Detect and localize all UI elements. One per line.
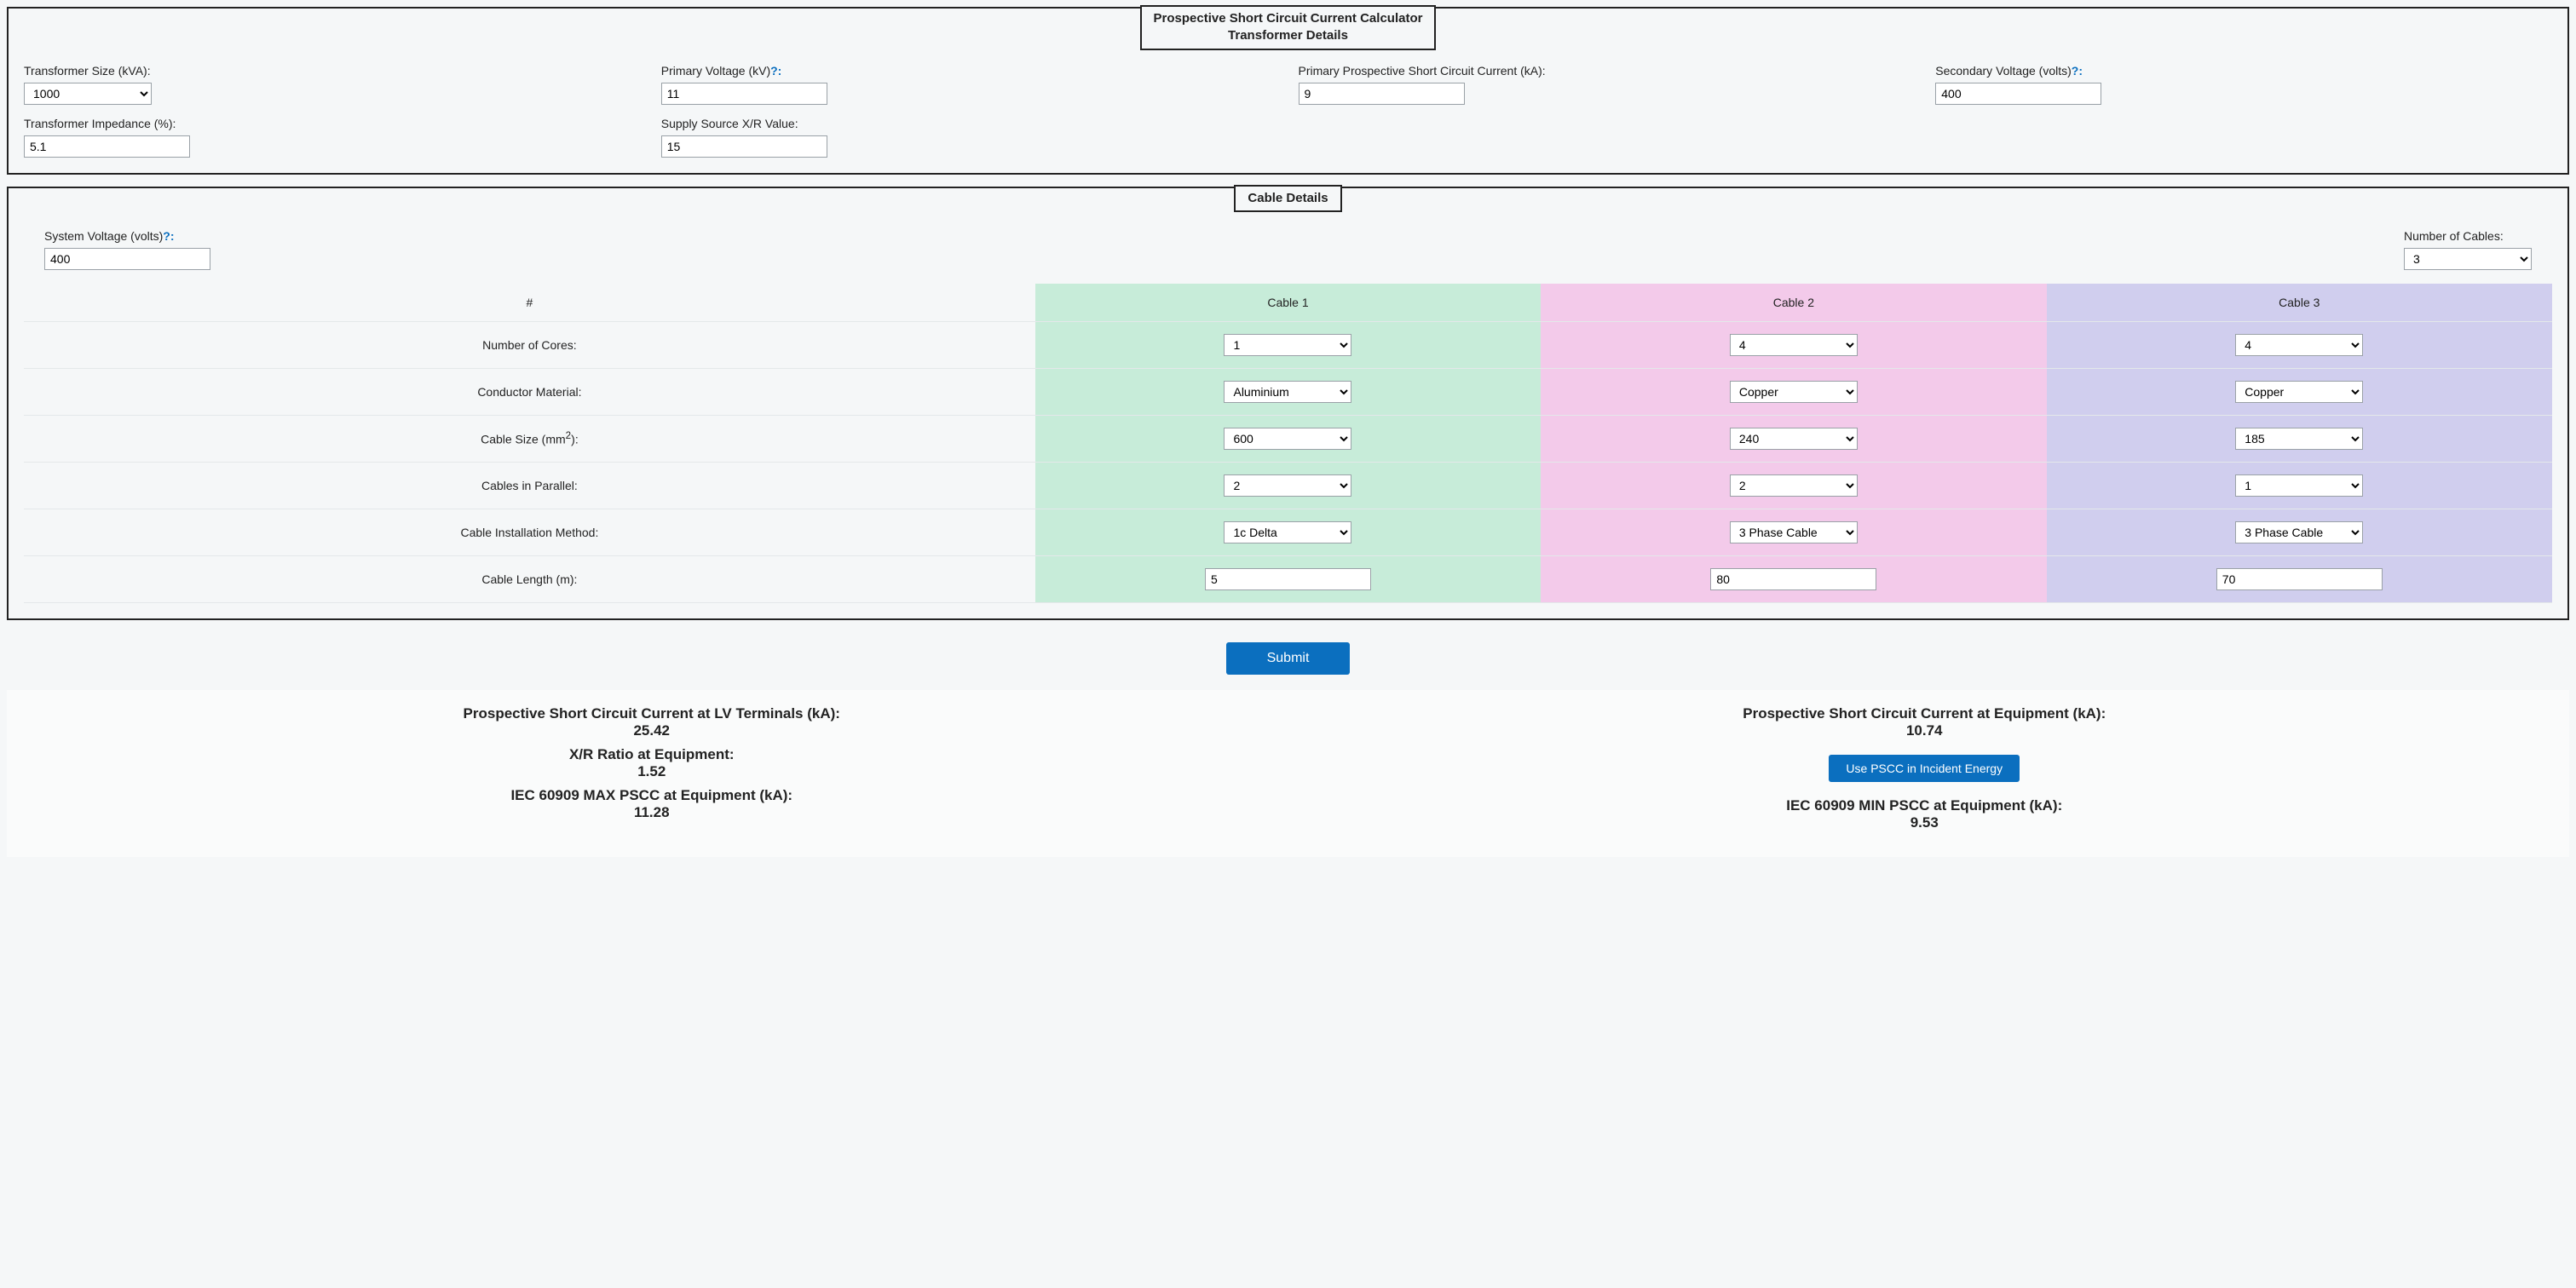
table-row-cores: Number of Cores: 1 4 4: [24, 321, 2552, 368]
xr-ratio-value: 1.52: [32, 763, 1271, 780]
cable-details-panel: Cable Details System Voltage (volts)?: N…: [7, 187, 2569, 620]
install-select-3[interactable]: 3 Phase Cable: [2235, 521, 2363, 543]
cable-3-header: Cable 3: [2047, 284, 2552, 322]
cable-2-header: Cable 2: [1541, 284, 2046, 322]
parallel-select-1[interactable]: 2: [1224, 474, 1351, 497]
field-primary-pscc: Primary Prospective Short Circuit Curren…: [1299, 64, 1916, 105]
cores-select-1[interactable]: 1: [1224, 334, 1351, 356]
field-transformer-size: Transformer Size (kVA): 1000: [24, 64, 641, 105]
parallel-label: Cables in Parallel:: [24, 462, 1035, 509]
xr-input[interactable]: [661, 135, 827, 158]
lv-pscc-value: 25.42: [32, 722, 1271, 739]
secondary-voltage-label: Secondary Voltage (volts)?:: [1935, 64, 2552, 78]
eq-pscc-label: Prospective Short Circuit Current at Equ…: [1305, 705, 2544, 722]
cores-label: Number of Cores:: [24, 321, 1035, 368]
xr-ratio-label: X/R Ratio at Equipment:: [32, 746, 1271, 763]
install-select-1[interactable]: 1c Delta: [1224, 521, 1351, 543]
min-pscc-label: IEC 60909 MIN PSCC at Equipment (kA):: [1305, 797, 2544, 814]
system-voltage-input[interactable]: [44, 248, 210, 270]
table-row-install: Cable Installation Method: 1c Delta 3 Ph…: [24, 509, 2552, 555]
number-of-cables-select[interactable]: 3: [2404, 248, 2532, 270]
length-input-3[interactable]: [2216, 568, 2383, 590]
spacer: [1935, 117, 2552, 158]
primary-voltage-label: Primary Voltage (kV)?:: [661, 64, 1278, 78]
title-line-2: Transformer Details: [1228, 28, 1348, 43]
results-col-right: Prospective Short Circuit Current at Equ…: [1305, 699, 2544, 831]
help-icon[interactable]: ?:: [163, 229, 174, 243]
material-label: Conductor Material:: [24, 368, 1035, 415]
field-xr: Supply Source X/R Value:: [661, 117, 1278, 158]
parallel-select-2[interactable]: 2: [1730, 474, 1858, 497]
results-panel: Prospective Short Circuit Current at LV …: [7, 690, 2569, 857]
lv-pscc-label: Prospective Short Circuit Current at LV …: [32, 705, 1271, 722]
table-row-parallel: Cables in Parallel: 2 2 1: [24, 462, 2552, 509]
transformer-size-label: Transformer Size (kVA):: [24, 64, 641, 78]
impedance-label: Transformer Impedance (%):: [24, 117, 641, 130]
field-impedance: Transformer Impedance (%):: [24, 117, 641, 158]
length-input-2[interactable]: [1710, 568, 1876, 590]
xr-label: Supply Source X/R Value:: [661, 117, 1278, 130]
help-icon[interactable]: ?:: [2072, 64, 2083, 78]
table-row-material: Conductor Material: Aluminium Copper Cop…: [24, 368, 2552, 415]
system-voltage-label: System Voltage (volts)?:: [44, 229, 1278, 243]
secondary-voltage-input[interactable]: [1935, 83, 2101, 105]
material-select-2[interactable]: Copper: [1730, 381, 1858, 403]
field-system-voltage: System Voltage (volts)?:: [44, 229, 1278, 270]
max-pscc-value: 11.28: [32, 804, 1271, 821]
spacer: [1299, 117, 1916, 158]
cable-panel-title: Cable Details: [1234, 185, 1341, 212]
results-col-left: Prospective Short Circuit Current at LV …: [32, 699, 1271, 831]
max-pscc-label: IEC 60909 MAX PSCC at Equipment (kA):: [32, 787, 1271, 804]
table-row-size: Cable Size (mm2): 600 240 185: [24, 415, 2552, 462]
number-of-cables-label: Number of Cables:: [2404, 229, 2532, 243]
material-select-1[interactable]: Aluminium: [1224, 381, 1351, 403]
title-line-1: Prospective Short Circuit Current Calcul…: [1154, 11, 1423, 26]
cable-table: # Cable 1 Cable 2 Cable 3 Number of Core…: [24, 284, 2552, 603]
cable-1-header: Cable 1: [1035, 284, 1541, 322]
size-select-3[interactable]: 185: [2235, 428, 2363, 450]
install-select-2[interactable]: 3 Phase Cable: [1730, 521, 1858, 543]
length-label: Cable Length (m):: [24, 555, 1035, 602]
install-label: Cable Installation Method:: [24, 509, 1035, 555]
table-row-length: Cable Length (m):: [24, 555, 2552, 602]
impedance-input[interactable]: [24, 135, 190, 158]
use-pscc-button[interactable]: Use PSCC in Incident Energy: [1829, 755, 2020, 782]
size-select-1[interactable]: 600: [1224, 428, 1351, 450]
primary-voltage-input[interactable]: [661, 83, 827, 105]
primary-pscc-input[interactable]: [1299, 83, 1465, 105]
material-select-3[interactable]: Copper: [2235, 381, 2363, 403]
hash-header: #: [24, 284, 1035, 322]
field-number-of-cables: Number of Cables: 3: [1299, 229, 2533, 270]
submit-button[interactable]: Submit: [1226, 642, 1351, 675]
length-input-1[interactable]: [1205, 568, 1371, 590]
help-icon[interactable]: ?:: [770, 64, 781, 78]
eq-pscc-value: 10.74: [1305, 722, 2544, 739]
primary-pscc-label: Primary Prospective Short Circuit Curren…: [1299, 64, 1916, 78]
parallel-select-3[interactable]: 1: [2235, 474, 2363, 497]
size-label: Cable Size (mm2):: [24, 415, 1035, 462]
cores-select-2[interactable]: 4: [1730, 334, 1858, 356]
size-select-2[interactable]: 240: [1730, 428, 1858, 450]
cores-select-3[interactable]: 4: [2235, 334, 2363, 356]
field-secondary-voltage: Secondary Voltage (volts)?:: [1935, 64, 2552, 105]
transformer-panel-title: Prospective Short Circuit Current Calcul…: [1140, 5, 1437, 50]
transformer-details-panel: Prospective Short Circuit Current Calcul…: [7, 7, 2569, 175]
min-pscc-value: 9.53: [1305, 814, 2544, 831]
field-primary-voltage: Primary Voltage (kV)?:: [661, 64, 1278, 105]
transformer-size-select[interactable]: 1000: [24, 83, 152, 105]
table-header-row: # Cable 1 Cable 2 Cable 3: [24, 284, 2552, 322]
